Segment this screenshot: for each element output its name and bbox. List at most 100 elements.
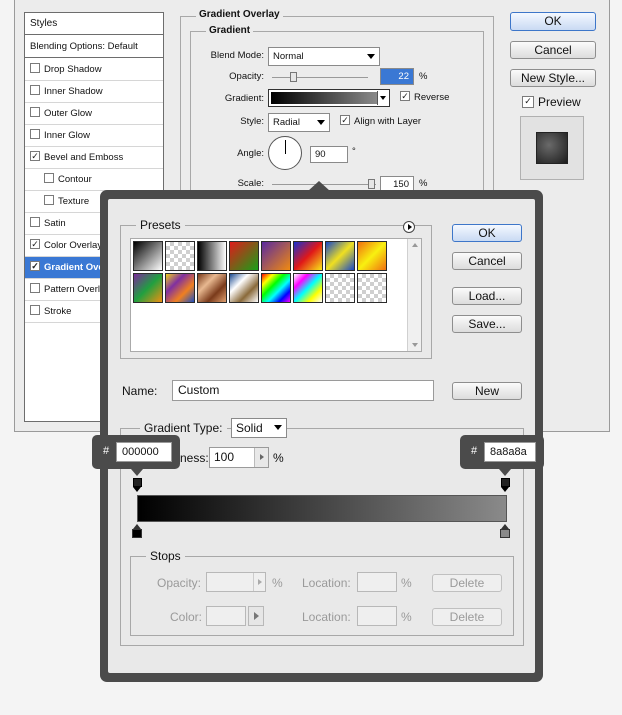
new-style-button[interactable]: New Style... <box>510 69 596 87</box>
stop-location-unit-2: % <box>401 610 412 624</box>
align-layer-checkbox[interactable]: ✓ Align with Layer <box>340 115 421 127</box>
gradient-preview-bar <box>271 92 377 104</box>
preset-black-white-2[interactable] <box>197 241 227 271</box>
opacity-slider-thumb[interactable] <box>290 72 298 82</box>
preset-black-transparent[interactable] <box>165 241 195 271</box>
gradient-subgroup-title: Gradient <box>206 25 254 36</box>
stop-location-input-2[interactable] <box>357 606 397 626</box>
gradient-type-label: Gradient Type: <box>140 421 227 435</box>
checkbox-icon[interactable] <box>44 173 54 184</box>
preset-spectrum[interactable] <box>261 273 291 303</box>
style-item-label: Texture <box>58 196 90 207</box>
checkbox-icon[interactable] <box>30 85 40 96</box>
stop-location-unit-1: % <box>401 576 412 590</box>
smoothness-stepper[interactable] <box>254 448 268 467</box>
preset-transparent-rainbow[interactable] <box>293 273 323 303</box>
opacity-input[interactable]: 22 <box>380 68 414 85</box>
stop-color-menu[interactable] <box>248 606 264 626</box>
new-button[interactable]: New <box>452 382 522 400</box>
chevron-down-icon <box>380 96 386 100</box>
style-label: Style: <box>240 116 264 127</box>
editor-ok-button[interactable]: OK <box>452 224 522 242</box>
gradient-overlay-title: Gradient Overlay <box>196 9 283 20</box>
scroll-up-icon[interactable] <box>412 243 418 247</box>
delete-opacity-stop-button[interactable]: Delete <box>432 574 502 592</box>
load-button[interactable]: Load... <box>452 287 522 305</box>
checkbox-icon[interactable] <box>30 63 40 74</box>
style-item-label: Bevel and Emboss <box>44 152 124 163</box>
presets-menu-button[interactable] <box>403 221 415 233</box>
preset-orange-yellow-orange[interactable] <box>357 241 387 271</box>
preset-yellow-violet-orange-blue[interactable] <box>165 273 195 303</box>
chevron-down-icon <box>274 425 282 430</box>
scroll-down-icon[interactable] <box>412 343 418 347</box>
style-item-label: Contour <box>58 174 92 185</box>
angle-input[interactable]: 90 <box>310 146 348 163</box>
delete-color-stop-button[interactable]: Delete <box>432 608 502 626</box>
name-input[interactable]: Custom <box>172 380 434 401</box>
color-stop-left[interactable] <box>132 524 143 540</box>
checkbox-icon[interactable]: ✓ <box>30 239 40 250</box>
scale-slider-thumb[interactable] <box>367 179 375 189</box>
stop-opacity-input[interactable] <box>206 572 266 592</box>
style-select[interactable]: Radial <box>268 113 330 132</box>
preset-copper[interactable] <box>197 273 227 303</box>
opacity-stop-left[interactable] <box>133 478 142 492</box>
start-color-hex[interactable]: 000000 <box>116 442 172 462</box>
checkbox-icon[interactable] <box>30 305 40 316</box>
style-item-drop-shadow[interactable]: Drop Shadow <box>25 59 163 81</box>
blending-options-item[interactable]: Blending Options: Default <box>25 36 163 58</box>
checkbox-icon[interactable] <box>30 107 40 118</box>
style-item-contour[interactable]: Contour <box>25 169 163 191</box>
stop-location-input-1[interactable] <box>357 572 397 592</box>
style-item-inner-shadow[interactable]: Inner Shadow <box>25 81 163 103</box>
preset-violet-orange[interactable] <box>261 241 291 271</box>
play-arrow-icon <box>258 579 262 585</box>
preset-violet-green-orange[interactable] <box>133 273 163 303</box>
preset-neutral-density[interactable] <box>357 273 387 303</box>
presets-scrollbar[interactable] <box>407 239 421 351</box>
checkbox-icon[interactable] <box>30 217 40 228</box>
stop-opacity-stepper[interactable] <box>253 573 265 591</box>
preview-checkbox[interactable]: ✓ Preview <box>522 95 581 109</box>
preset-blue-yellow-blue[interactable] <box>325 241 355 271</box>
gradient-type-select[interactable]: Solid <box>231 418 287 438</box>
save-button[interactable]: Save... <box>452 315 522 333</box>
checkbox-icon[interactable] <box>30 129 40 140</box>
reverse-check-icon: ✓ <box>400 91 410 102</box>
stops-label: Stops <box>146 549 185 563</box>
opacity-label: Opacity: <box>229 71 264 82</box>
preset-red-green[interactable] <box>229 241 259 271</box>
style-item-inner-glow[interactable]: Inner Glow <box>25 125 163 147</box>
smoothness-value: 100 <box>214 450 235 464</box>
opacity-stop-right[interactable] <box>501 478 510 492</box>
preset-blue-red-yellow[interactable] <box>293 241 323 271</box>
gradient-ramp[interactable] <box>137 495 507 522</box>
checkbox-icon[interactable]: ✓ <box>30 261 40 272</box>
smoothness-label: ness: <box>180 451 209 465</box>
blend-mode-select[interactable]: Normal <box>268 47 380 66</box>
end-color-callout: # 8a8a8a <box>460 435 544 469</box>
style-item-outer-glow[interactable]: Outer Glow <box>25 103 163 125</box>
cancel-button[interactable]: Cancel <box>510 41 596 59</box>
editor-cancel-button[interactable]: Cancel <box>452 252 522 270</box>
stop-color-swatch[interactable] <box>206 606 246 626</box>
opacity-slider[interactable] <box>272 77 368 78</box>
reverse-checkbox[interactable]: ✓ Reverse <box>400 91 449 103</box>
preset-transparent-stripes[interactable] <box>325 273 355 303</box>
end-color-hex[interactable]: 8a8a8a <box>484 442 536 462</box>
checkbox-icon[interactable]: ✓ <box>30 151 40 162</box>
checkbox-icon[interactable] <box>30 283 40 294</box>
preset-black-white[interactable] <box>133 241 163 271</box>
gradient-dropdown-arrow[interactable] <box>377 91 388 105</box>
styles-header[interactable]: Styles <box>25 13 163 35</box>
smoothness-input[interactable]: 100 <box>209 447 269 468</box>
style-item-bevel-and-emboss[interactable]: ✓ Bevel and Emboss <box>25 147 163 169</box>
gradient-picker[interactable] <box>268 89 390 107</box>
angle-dial[interactable] <box>268 136 302 170</box>
preview-swatch <box>536 132 568 164</box>
ok-button[interactable]: OK <box>510 12 596 31</box>
color-stop-right[interactable] <box>500 524 511 540</box>
preset-chrome[interactable] <box>229 273 259 303</box>
checkbox-icon[interactable] <box>44 195 54 206</box>
